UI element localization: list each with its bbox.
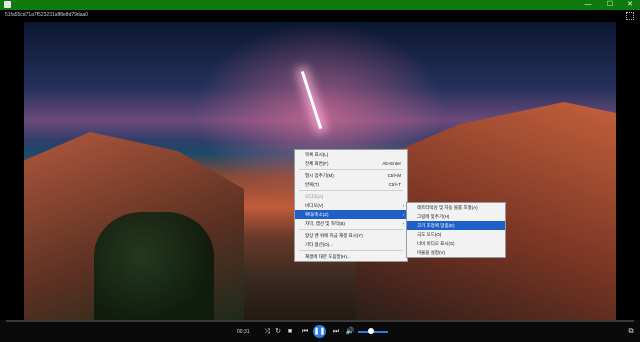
context-menu: 목록 표시(L) 전체 화면(F) Alt+Enter 열시 멈추기(M) Ctrl… xyxy=(294,149,408,262)
menu-item-show-list[interactable]: 목록 표시(L) xyxy=(295,150,407,159)
app-icon xyxy=(4,1,11,8)
menu-item-fullscreen[interactable]: 전체 화면(F) Alt+Enter xyxy=(295,159,407,168)
menu-item-audio: 오디오(A) xyxy=(305,194,324,199)
maximize-button[interactable]: ☐ xyxy=(600,0,620,10)
menu-item-help[interactable]: 재생에 대한 도움말(H)... xyxy=(295,252,407,261)
zoom-submenu: 레트터박싱 및 자동 볼륨 조절(A) 그림에 맞추기(H) 크기 조정에 맞춤… xyxy=(406,202,506,258)
elapsed-time: 00:31 xyxy=(237,329,250,335)
menu-separator xyxy=(299,229,403,230)
title-bar: — ☐ ✕ xyxy=(0,0,640,10)
submenu-item-extreme[interactable]: 극도 모드(O) xyxy=(407,230,505,239)
previous-icon[interactable]: ⏮ xyxy=(300,327,310,337)
menu-item-more-options[interactable]: 기타 옵션(O)... xyxy=(295,240,407,249)
fullscreen-icon[interactable] xyxy=(626,12,634,20)
submenu-item-width-video[interactable]: 너비 비디오 표시(S) xyxy=(407,239,505,248)
menu-separator xyxy=(299,169,403,170)
trees xyxy=(94,212,214,320)
repeat-icon[interactable]: ↻ xyxy=(273,327,283,337)
volume-knob[interactable] xyxy=(368,328,374,334)
stop-icon[interactable]: ■ xyxy=(285,327,295,337)
submenu-item-fit-picture[interactable]: 그림에 맞추기(H) xyxy=(407,212,505,221)
submenu-item-letterbox[interactable]: 레트터박싱 및 자동 볼륨 조절(A) xyxy=(407,203,505,212)
minimize-button[interactable]: — xyxy=(578,0,598,10)
pause-button[interactable]: ❚❚ xyxy=(313,325,326,338)
menu-separator xyxy=(299,250,403,251)
menu-item-zoom[interactable]: 확대/축소(Z) › xyxy=(295,210,407,219)
shuffle-icon[interactable]: ⤨ xyxy=(262,327,272,337)
submenu-item-fit-resize[interactable]: 크기 조정에 맞춤(E) xyxy=(407,221,505,230)
next-icon[interactable]: ⏭ xyxy=(331,327,341,337)
switch-view-icon[interactable]: ⧉ xyxy=(626,327,636,337)
close-button[interactable]: ✕ xyxy=(620,0,640,10)
lightning-bolt xyxy=(300,71,323,129)
menu-separator xyxy=(299,190,403,191)
menu-item-repeat[interactable]: 반복(T) Ctrl+T xyxy=(295,180,407,189)
seek-bar[interactable] xyxy=(6,320,634,322)
volume-icon[interactable]: 🔊 xyxy=(345,327,355,337)
submenu-item-aspect-ratio[interactable]: 비율을 설정(V) xyxy=(407,248,505,257)
file-name: 51fa55cd71a7f523231aff8e8d79daa0 xyxy=(5,12,89,18)
menu-item-subtitles[interactable]: 자막, 캡션 및 자막(B) › xyxy=(295,219,407,228)
menu-item-video[interactable]: 비디오(V) › xyxy=(295,201,407,210)
menu-item-pause[interactable]: 열시 멈추기(M) Ctrl+M xyxy=(295,171,407,180)
menu-item-always-on-top[interactable]: 항상 맨 위에 지금 재생 표시(Y) xyxy=(295,231,407,240)
